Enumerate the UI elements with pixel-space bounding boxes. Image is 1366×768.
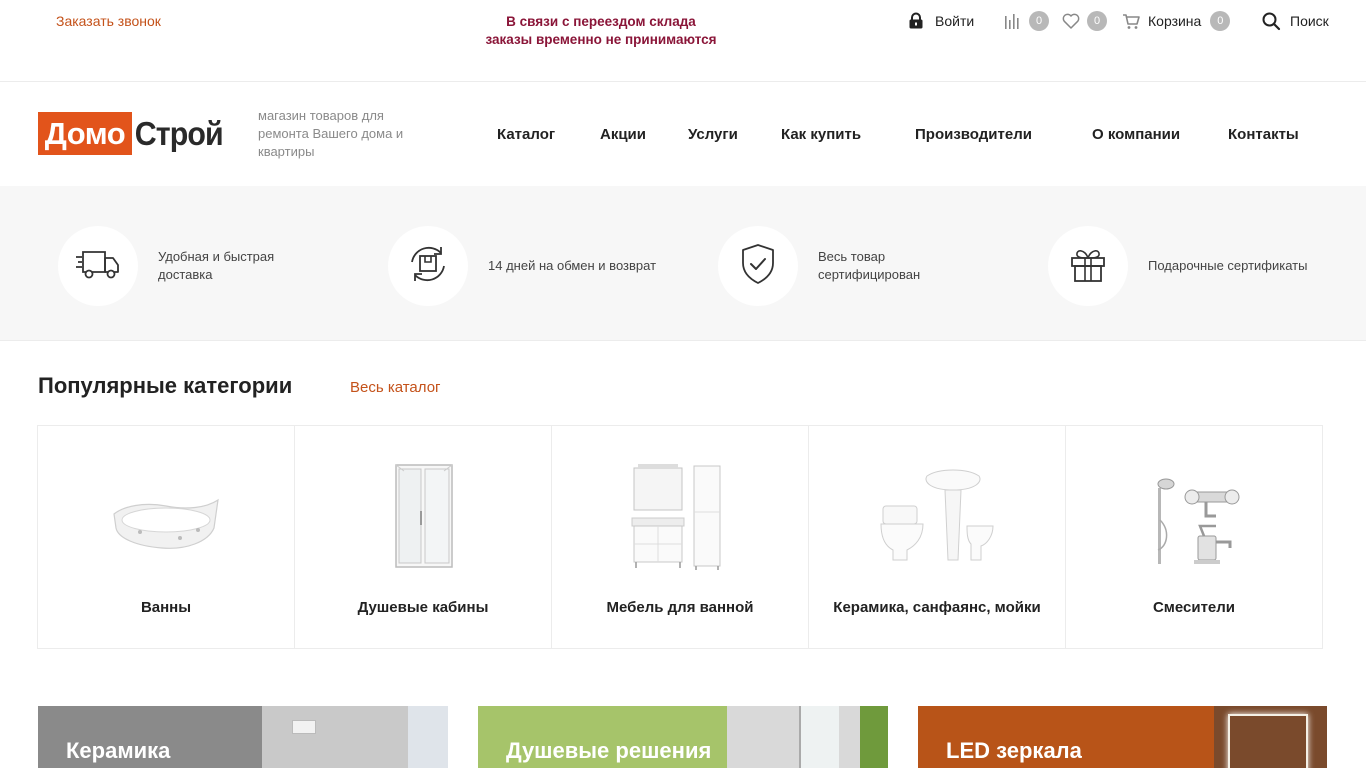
nav-about[interactable]: О компании [1092,126,1180,143]
benefit-text: 14 дней на обмен и возврат [488,258,657,273]
category-grid: Ванны Душевые кабины Мебель для ванной К… [37,425,1323,649]
logo[interactable]: Домо Строй [38,112,228,155]
notice-line-1: В связи с переездом склада [506,14,696,29]
benefit-text: Весь товар сертифицирован [818,249,921,282]
warehouse-notice: В связи с переездом склада заказы времен… [430,13,772,49]
return-exchange-icon [407,243,449,290]
nav-services[interactable]: Услуги [688,126,738,143]
cart-label: Корзина [1148,13,1202,29]
callback-link[interactable]: Заказать звонок [56,13,161,29]
benefit-text: Подарочные сертификаты [1148,258,1308,273]
notice-line-2: заказы временно не принимаются [485,32,717,47]
bathtub-image [101,456,231,576]
banner-title: Керамика [66,738,171,763]
promo-banner-ceramics[interactable]: Керамика [38,706,448,768]
certified-shield-icon [740,243,776,290]
benefit-icon-circle [1048,226,1128,306]
search-icon [1261,11,1281,31]
benefit-text: Удобная и быстрая доставка [158,249,275,282]
nav-promotions[interactable]: Акции [600,126,646,143]
login-label: Войти [935,13,975,29]
benefit-icon-circle [718,226,798,306]
category-card-faucets[interactable]: Смесители [1066,426,1322,648]
benefit-icon-circle [388,226,468,306]
popular-categories-title: Популярные категории [38,373,293,398]
category-label: Ванны [140,599,192,616]
cart-icon [1121,11,1141,31]
bathroom-furniture-image [615,456,745,576]
gift-icon [1067,243,1109,290]
nav-how-to-buy[interactable]: Как купить [781,126,861,143]
site-tagline: магазин товаров для ремонта Вашего дома … [258,108,404,159]
all-catalog-link[interactable]: Весь каталог [350,379,441,396]
favorites-button[interactable]: 0 [1061,10,1107,32]
logo-part-1: Домо [38,112,132,155]
promo-banner-shower[interactable]: Душевые решения [478,706,888,768]
banner-title: Душевые решения [506,738,712,763]
favorites-count-badge: 0 [1087,11,1107,31]
faucets-image [1129,456,1259,576]
category-card-baths[interactable]: Ванны [38,426,295,648]
lock-icon [906,11,926,31]
compare-count-badge: 0 [1029,11,1049,31]
search-button[interactable]: Поиск [1261,10,1329,32]
cart-count-badge: 0 [1210,11,1231,31]
login-button[interactable]: Войти [906,10,974,32]
promo-banner-led-mirrors[interactable]: LED зеркала [918,706,1327,768]
sanitary-ceramics-image [872,456,1002,576]
compare-button[interactable]: 0 [1003,10,1049,32]
compare-chart-icon [1003,11,1023,31]
benefit-icon-circle [58,226,138,306]
nav-contacts[interactable]: Контакты [1228,126,1299,143]
category-card-ceramics[interactable]: Керамика, санфаянс, мойки [809,426,1066,648]
heart-icon [1061,11,1081,31]
nav-catalog[interactable]: Каталог [497,126,555,143]
banner-photo [1214,706,1327,768]
cart-button[interactable]: Корзина 0 [1121,10,1231,32]
category-label: Смесители [1152,599,1236,616]
category-label: Мебель для ванной [606,599,754,616]
banner-title: LED зеркала [946,738,1082,763]
shower-cabin-image [358,456,488,576]
search-label: Поиск [1290,13,1329,29]
category-label: Керамика, санфаянс, мойки [833,599,1041,616]
category-card-shower-cabins[interactable]: Душевые кабины [295,426,552,648]
main-header: Домо Строй магазин товаров для ремонта В… [0,82,1366,186]
logo-part-2: Строй [134,114,224,152]
nav-manufacturers[interactable]: Производители [915,126,1032,143]
category-card-bathroom-furniture[interactable]: Мебель для ванной [552,426,809,648]
banner-photo [262,706,448,768]
top-bar: Заказать звонок В связи с переездом скла… [0,0,1366,82]
banner-photo [727,706,888,768]
category-label: Душевые кабины [357,599,489,616]
benefits-strip: Удобная и быстрая доставка 14 дней на об… [0,186,1366,341]
delivery-truck-icon [75,246,121,287]
